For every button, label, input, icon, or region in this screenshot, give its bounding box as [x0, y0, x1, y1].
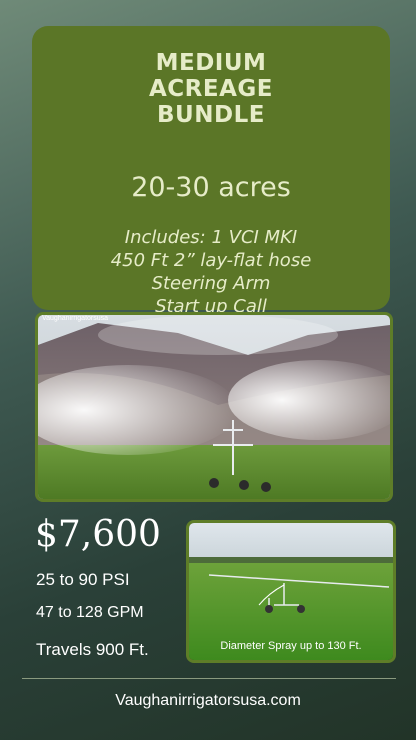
irrigator-spray-image — [38, 315, 390, 499]
includes-item: 450 Ft 2” lay-flat hose — [110, 250, 312, 271]
irrigator-photo-main: Vaughanirrigatorsusa — [35, 312, 393, 502]
website-link[interactable]: Vaughanirrigatorsusa.com — [0, 692, 416, 710]
includes-item: Includes: 1 VCI MKI — [124, 227, 298, 248]
includes-list: Includes: 1 VCI MKI 450 Ft 2” lay-flat h… — [32, 226, 390, 318]
pressure-spec: 25 to 90 PSI — [36, 570, 130, 589]
bundle-title: MEDIUM ACREAGE BUNDLE — [149, 50, 273, 128]
spray-caption: Diameter Spray up to 130 Ft. — [220, 640, 362, 652]
acreage-label: 20-30 acres — [131, 172, 291, 203]
flow-spec: 47 to 128 GPM — [36, 604, 144, 621]
irrigator-photo-small: Diameter Spray up to 130 Ft. — [186, 520, 396, 663]
includes-item: Steering Arm — [151, 273, 271, 294]
bundle-card: MEDIUM ACREAGE BUNDLE 20-30 acres Includ… — [32, 26, 390, 317]
footer-divider — [22, 678, 396, 679]
travel-spec: Travels 900 Ft. — [36, 640, 149, 659]
price-label: $7,600 — [35, 514, 161, 555]
watermark-text: Vaughanirrigatorsusa — [42, 315, 109, 322]
